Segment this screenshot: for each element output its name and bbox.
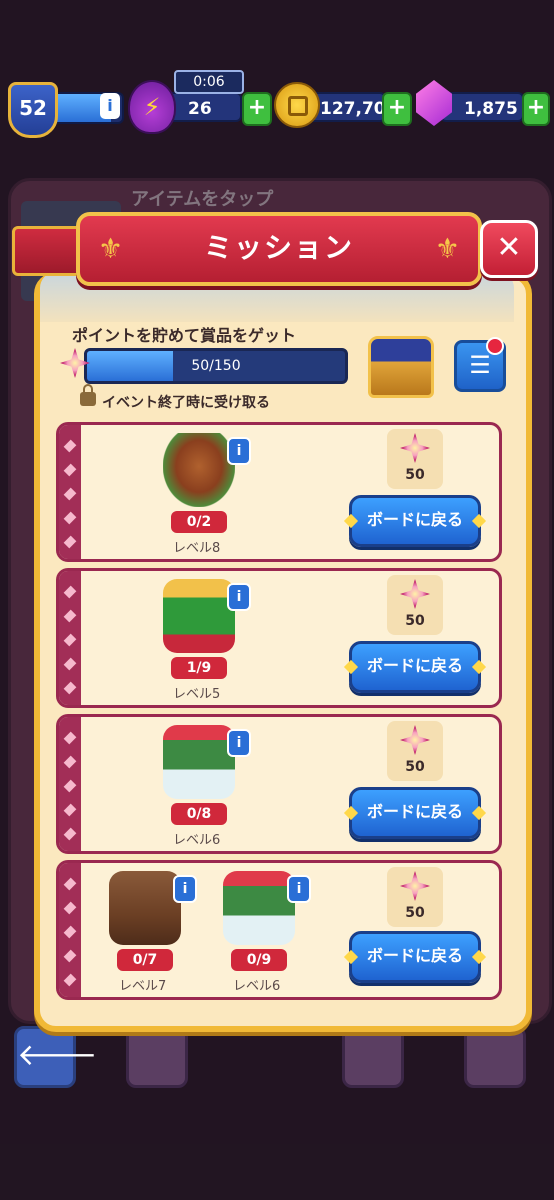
card-side-ornament [59, 571, 81, 705]
item-count-badge: 0/7 [117, 949, 173, 971]
title-banner: ⚜ ミッション ⚜ [76, 212, 482, 286]
card-side-ornament [59, 425, 81, 559]
claim-note: イベント終了時に受け取る [102, 395, 270, 411]
bottom-menu-button-1[interactable] [126, 1026, 188, 1088]
item-level-label: レベル6 [233, 979, 281, 994]
add-coins-button[interactable]: + [382, 92, 412, 126]
roast-turkey-item-icon[interactable] [163, 433, 235, 507]
treasure-chest-icon[interactable] [368, 336, 434, 398]
gem-counter: 1,875 [440, 92, 524, 122]
item-count-badge: 1/9 [171, 657, 227, 679]
candy-gift-item-icon[interactable] [223, 871, 295, 945]
sleigh-item-icon[interactable] [109, 871, 181, 945]
reward-points: 50 [405, 759, 425, 775]
item-info-icon[interactable]: i [287, 875, 311, 903]
mission-card: i 0/7 レベル7 i 0/9 レベル6 50 ボードに戻る [56, 860, 502, 1000]
diamond-ornament [63, 755, 77, 769]
popup-title: ミッション [203, 231, 354, 264]
arrow-left-icon: 🡐 [17, 1038, 98, 1073]
item-level-label: レベル8 [173, 541, 221, 556]
info-icon[interactable]: i [100, 93, 120, 119]
item-count-badge: 0/2 [171, 511, 227, 533]
diamond-ornament [63, 633, 77, 647]
diamond-ornament [63, 681, 77, 695]
item-info-icon[interactable]: i [227, 729, 251, 757]
back-to-board-button[interactable]: ボードに戻る [349, 641, 481, 693]
item-level-label: レベル5 [173, 687, 221, 702]
close-button[interactable]: ✕ [480, 220, 538, 278]
diamond-ornament [63, 901, 77, 915]
reward-box: 50 [387, 429, 443, 489]
diamond-ornament [63, 535, 77, 549]
item-level-label: レベル7 [119, 979, 167, 994]
list-icon: ☰ [469, 351, 491, 379]
reward-box: 50 [387, 721, 443, 781]
back-to-board-button[interactable]: ボードに戻る [349, 495, 481, 547]
card-side-ornament [59, 863, 81, 997]
diamond-ornament [63, 973, 77, 987]
diamond-ornament [63, 949, 77, 963]
add-energy-button[interactable]: + [242, 92, 272, 126]
item-info-icon[interactable]: i [173, 875, 197, 903]
popup-subtitle: ポイントを貯めて賞品をゲット [72, 326, 297, 345]
diamond-ornament [63, 779, 77, 793]
back-to-board-button[interactable]: ボードに戻る [349, 787, 481, 839]
reward-box: 50 [387, 575, 443, 635]
back-arrow-button[interactable]: 🡐 [14, 1026, 97, 1088]
mission-card: i 0/8 レベル6 50 ボードに戻る [56, 714, 502, 854]
back-to-board-button[interactable]: ボードに戻る [349, 931, 481, 983]
diamond-ornament [63, 877, 77, 891]
diamond-ornament [63, 439, 77, 453]
diamond-ornament [63, 803, 77, 817]
player-level-badge[interactable]: 52 [8, 82, 58, 138]
diamond-ornament [63, 731, 77, 745]
item-count-badge: 0/8 [171, 803, 227, 825]
fleur-icon: ⚜ [434, 232, 460, 265]
point-star-icon [400, 725, 430, 755]
diamond-ornament [63, 463, 77, 477]
coin-icon [274, 82, 320, 128]
points-progress-text: 50/150 [191, 358, 241, 374]
points-progress-bar: 50/150 [84, 348, 348, 384]
reward-box: 50 [387, 867, 443, 927]
item-info-icon[interactable]: i [227, 583, 251, 611]
point-star-icon [400, 433, 430, 463]
notification-dot [486, 337, 504, 355]
energy-potion-icon: ⚡ [128, 80, 176, 134]
bottom-menu-button-3[interactable] [464, 1026, 526, 1088]
diamond-ornament [63, 925, 77, 939]
item-info-icon[interactable]: i [227, 437, 251, 465]
card-side-ornament [59, 717, 81, 851]
bottom-menu-button-2[interactable] [342, 1026, 404, 1088]
point-star-icon [400, 579, 430, 609]
mission-card: i 0/2 レベル8 50 ボードに戻る [56, 422, 502, 562]
diamond-ornament [63, 609, 77, 623]
item-level-label: レベル6 [173, 833, 221, 848]
lock-icon [80, 384, 96, 406]
item-count-badge: 0/9 [231, 949, 287, 971]
elf-figure-item-icon[interactable] [163, 579, 235, 653]
reward-points: 50 [405, 905, 425, 921]
diamond-ornament [63, 585, 77, 599]
mission-card: i 1/9 レベル5 50 ボードに戻る [56, 568, 502, 708]
diamond-ornament [63, 657, 77, 671]
reward-points: 50 [405, 613, 425, 629]
reward-points: 50 [405, 467, 425, 483]
candy-gift-item-icon[interactable] [163, 725, 235, 799]
add-gems-button[interactable]: + [522, 92, 550, 126]
diamond-ornament [63, 827, 77, 841]
diamond-ornament [63, 487, 77, 501]
energy-timer: 0:06 [174, 70, 244, 94]
diamond-ornament [63, 511, 77, 525]
point-star-icon [400, 871, 430, 901]
